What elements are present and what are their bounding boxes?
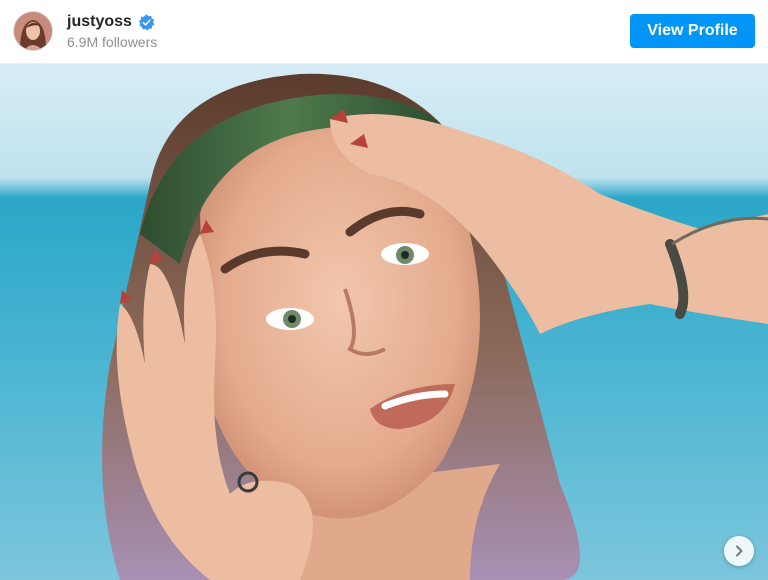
user-info: justyoss 6.9M followers — [67, 13, 157, 50]
username[interactable]: justyoss — [67, 13, 132, 31]
carousel-next-button[interactable] — [724, 536, 754, 566]
post-header: justyoss 6.9M followers View Profile — [0, 0, 768, 64]
username-row: justyoss — [67, 13, 157, 31]
chevron-right-icon — [736, 545, 743, 557]
avatar[interactable] — [14, 12, 52, 50]
followers-count: 6.9M followers — [67, 34, 158, 50]
post-image[interactable] — [0, 64, 768, 580]
verified-badge-icon — [138, 13, 155, 31]
view-profile-button[interactable]: View Profile — [630, 14, 755, 48]
portrait-photo — [0, 64, 768, 580]
